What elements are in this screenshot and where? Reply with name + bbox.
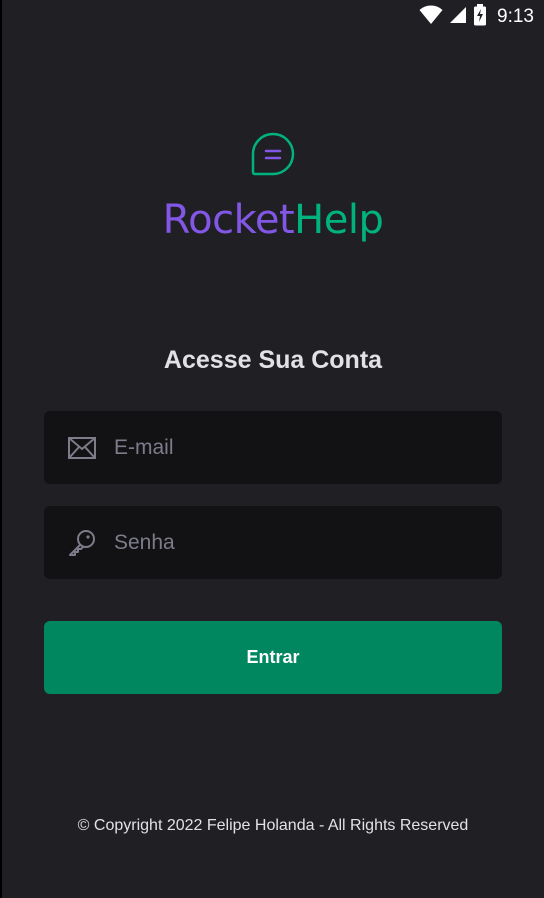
app-logo: RocketHelp [2,132,544,243]
wifi-icon [419,5,443,30]
footer-copyright: © Copyright 2022 Felipe Holanda - All Ri… [77,817,469,834]
cell-signal-icon [449,6,467,29]
login-screen: 9:13 RocketHelp Acesse Sua Conta E-mail … [2,0,544,898]
submit-button[interactable]: Entrar [44,621,502,694]
password-input[interactable] [112,506,486,579]
password-field[interactable] [44,506,502,579]
brand-name-help: Help [294,197,384,243]
status-time: 9:13 [497,6,534,27]
chat-bubble-icon [251,132,295,181]
envelope-icon [68,434,96,462]
key-icon [68,529,96,557]
page-title: Acesse Sua Conta [163,346,383,374]
brand-name-rocket: Rocket [162,197,295,243]
status-icons: 9:13 [419,3,534,31]
email-input[interactable] [112,411,486,484]
battery-charging-icon [473,3,487,31]
email-field[interactable] [44,411,502,484]
status-bar: 9:13 [2,0,544,36]
brand-name: RocketHelp [163,197,384,243]
